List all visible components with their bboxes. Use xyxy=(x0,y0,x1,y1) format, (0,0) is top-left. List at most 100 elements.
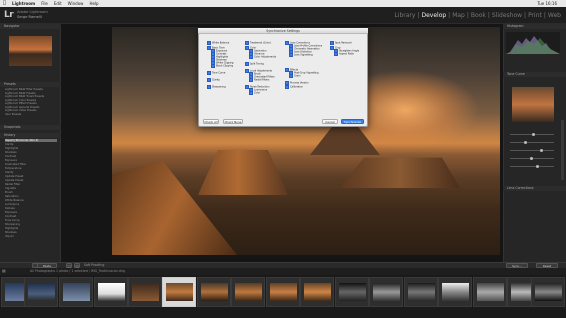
history-item[interactable]: Tone Curve xyxy=(5,219,57,222)
history-item[interactable]: Shadows xyxy=(5,231,57,234)
history-item[interactable]: Shadows xyxy=(5,151,57,154)
presets-header[interactable]: Presets xyxy=(0,82,61,87)
history-item[interactable]: Dehaze xyxy=(5,207,57,210)
history-item[interactable]: Contrast xyxy=(5,215,57,218)
checkbox-treatment[interactable]: Treatment (Color) xyxy=(245,41,271,45)
history-item[interactable]: Saturation xyxy=(5,195,57,198)
histogram-header[interactable]: Histogram xyxy=(503,24,566,29)
history-item[interactable]: Exposure xyxy=(5,159,57,162)
slider-knob[interactable] xyxy=(540,149,543,152)
history-item[interactable]: Temperature xyxy=(5,167,57,170)
filmstrip-thumb[interactable] xyxy=(24,277,58,307)
catalog-owner: Serge Ramelli xyxy=(17,15,42,19)
filmstrip-thumb[interactable] xyxy=(531,277,565,307)
slider-track[interactable] xyxy=(510,165,554,168)
filmstrip-thumb[interactable] xyxy=(266,277,300,307)
history-item[interactable]: Brush xyxy=(5,191,57,194)
menu-help[interactable]: Help xyxy=(89,0,98,7)
filmstrip-grid-icon[interactable]: ▦ xyxy=(2,268,6,273)
menubar-clock: Tue 16:16 xyxy=(537,1,557,6)
tone-curve-preview[interactable] xyxy=(512,87,554,122)
navigator-header[interactable]: Navigator xyxy=(0,24,61,29)
module-map[interactable]: Map xyxy=(452,12,465,19)
history-item[interactable]: Contrast xyxy=(5,155,57,158)
history-item[interactable]: Graduated Filter xyxy=(5,163,57,166)
checkbox-grain[interactable]: Grain xyxy=(289,74,300,78)
menu-file[interactable]: File xyxy=(41,0,48,7)
checkbox-sharpening[interactable]: Sharpening xyxy=(207,85,226,89)
history-header[interactable]: History xyxy=(0,133,61,138)
checkbox-clarity[interactable]: Clarity xyxy=(207,78,220,82)
checkbox-spot-removal[interactable]: Spot Removal xyxy=(330,41,352,45)
checkbox-calibration[interactable]: Calibration xyxy=(285,85,303,89)
checkbox-color-adjustments[interactable]: Color Adjustments xyxy=(249,55,276,59)
history-item[interactable]: Import xyxy=(5,235,57,238)
filmstrip-thumb-selected[interactable] xyxy=(162,277,196,307)
history-item[interactable]: Clarity xyxy=(5,171,57,174)
module-develop[interactable]: Develop xyxy=(421,12,446,19)
tone-curve-header[interactable]: Tone Curve xyxy=(503,72,566,77)
module-slideshow[interactable]: Slideshow xyxy=(492,12,522,19)
checkbox-lens-vignetting[interactable]: Lens Vignetting xyxy=(289,53,313,57)
history-item[interactable]: Exposure xyxy=(5,211,57,214)
module-sep: | xyxy=(543,12,546,19)
history-item[interactable]: White Balance xyxy=(5,199,57,202)
slider-track[interactable] xyxy=(510,149,554,152)
snapshots-header[interactable]: Snapshots xyxy=(0,125,61,130)
history-item[interactable]: Clarity xyxy=(5,143,57,146)
module-print[interactable]: Print xyxy=(528,12,542,19)
slider-track[interactable] xyxy=(510,157,554,160)
navigator-preview[interactable] xyxy=(9,36,52,66)
history-item[interactable]: Highlights xyxy=(5,227,57,230)
history-item[interactable]: Import (Tomorrow, Nov 3) xyxy=(5,139,57,143)
synchronize-button[interactable]: Synchronize xyxy=(341,119,364,124)
catalog-title: Adobe Lightroom xyxy=(17,10,48,14)
filmstrip-thumb[interactable] xyxy=(59,277,93,307)
slider-knob[interactable] xyxy=(536,165,539,168)
checkbox-split-toning[interactable]: Split Toning xyxy=(245,62,264,66)
cancel-button[interactable]: Cancel xyxy=(322,119,338,124)
checkbox-nr-color[interactable]: Color xyxy=(249,91,260,95)
check-none-button[interactable]: Check None xyxy=(223,119,243,124)
slider-track[interactable] xyxy=(510,133,554,136)
right-panel-scrollbar[interactable] xyxy=(561,120,564,180)
filmstrip-thumb[interactable] xyxy=(128,277,162,307)
checkbox-tone-curve[interactable]: Tone Curve xyxy=(207,71,225,75)
checkbox-black-clipping[interactable]: Black Clipping xyxy=(211,64,233,68)
slider-knob[interactable] xyxy=(524,141,527,144)
module-book[interactable]: Book xyxy=(471,12,486,19)
module-web[interactable]: Web xyxy=(548,12,561,19)
right-panel xyxy=(503,24,566,262)
filmstrip-thumb[interactable] xyxy=(473,277,507,307)
filmstrip-thumb[interactable] xyxy=(404,277,438,307)
filmstrip-thumb[interactable] xyxy=(94,277,128,307)
filmstrip-thumb[interactable] xyxy=(438,277,472,307)
lens-corrections-header[interactable]: Lens Corrections xyxy=(503,186,566,191)
filmstrip-path: All Photographs 1 photo / 1 selected / I… xyxy=(0,268,566,275)
history-item[interactable]: Sharpening xyxy=(5,223,57,226)
filmstrip-thumb[interactable] xyxy=(300,277,334,307)
slider-knob[interactable] xyxy=(532,133,535,136)
slider-knob[interactable] xyxy=(530,157,533,160)
slider-track[interactable] xyxy=(510,141,554,144)
filmstrip-thumb[interactable] xyxy=(231,277,265,307)
check-all-button[interactable]: Check All xyxy=(203,119,219,124)
checkbox-white-balance[interactable]: White Balance xyxy=(207,41,229,45)
checkbox-aspect-ratio[interactable]: Aspect Ratio xyxy=(334,52,354,56)
history-item[interactable]: Radial Filter xyxy=(5,183,57,186)
history-item[interactable]: Vignette xyxy=(5,187,57,190)
history-item[interactable]: Update Preset xyxy=(5,175,57,178)
history-item[interactable]: Update Preset xyxy=(5,179,57,182)
history-item[interactable]: Highlights xyxy=(5,147,57,150)
menu-edit[interactable]: Edit xyxy=(54,0,62,7)
history-item[interactable]: Luminance xyxy=(5,203,57,206)
menu-lightroom[interactable]: Lightroom xyxy=(12,0,35,7)
filmstrip-thumb[interactable] xyxy=(197,277,231,307)
preset-folder[interactable]: User Presets xyxy=(5,113,57,116)
filmstrip-thumb[interactable] xyxy=(335,277,369,307)
module-library[interactable]: Library xyxy=(394,12,415,19)
filmstrip-thumb[interactable] xyxy=(369,277,403,307)
apple-icon[interactable]:  xyxy=(3,0,6,7)
checkbox-radial-filters[interactable]: Radial Filters xyxy=(249,78,269,82)
menu-window[interactable]: Window xyxy=(68,0,84,7)
